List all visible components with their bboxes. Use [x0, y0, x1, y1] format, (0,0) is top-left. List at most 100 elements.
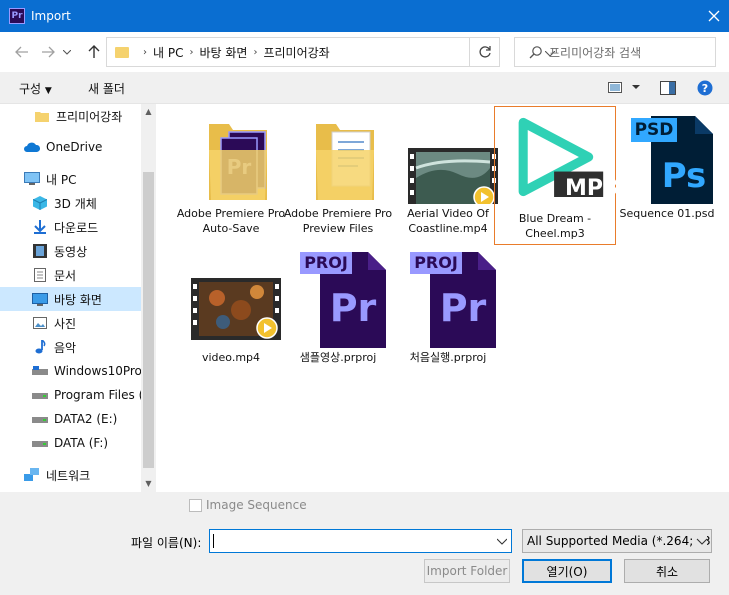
cloud-icon — [24, 140, 40, 154]
scroll-up-icon[interactable]: ▲ — [141, 104, 156, 119]
drive-icon — [32, 388, 48, 402]
breadcrumb-item[interactable]: 프리미어강좌 — [263, 44, 329, 61]
prproj-file-icon: PROJ Pr — [398, 252, 498, 348]
cube-icon — [32, 196, 48, 210]
sidebar-item-this-pc[interactable]: 내 PC — [0, 167, 141, 191]
sidebar-item-drive-c[interactable]: Windows10Pro — [0, 359, 141, 383]
file-item[interactable]: PROJ Pr 샘플영상.prproj — [277, 252, 399, 365]
sidebar-item-label: 사진 — [54, 316, 77, 331]
sidebar-item-onedrive[interactable]: OneDrive — [0, 135, 141, 159]
search-icon — [529, 46, 542, 59]
folder-icon — [34, 109, 50, 123]
sidebar-item-drive-d[interactable]: Program Files (D — [0, 383, 141, 407]
scroll-thumb[interactable] — [143, 172, 154, 468]
sidebar-item-label: 3D 개체 — [54, 196, 97, 211]
command-bar: 구성 ▼ 새 폴더 ? — [0, 72, 729, 104]
svg-text:?: ? — [702, 82, 708, 95]
navigation-pane: 프리미어강좌 OneDrive 내 PC 3D 개체 다운로드 동영상 문서 바… — [0, 104, 156, 492]
view-options-button[interactable] — [608, 82, 640, 93]
sidebar-item-downloads[interactable]: 다운로드 — [0, 215, 141, 239]
file-item[interactable]: Adobe Premiere Pro Preview Files — [277, 108, 399, 236]
sidebar-item-videos[interactable]: 동영상 — [0, 239, 141, 263]
checkbox-box[interactable] — [189, 498, 202, 512]
file-type-value: All Supported Media (*.264;*.3 — [527, 534, 711, 548]
proj-badge: PROJ — [414, 253, 458, 272]
proj-badge: PROJ — [304, 253, 348, 272]
computer-icon — [24, 172, 40, 186]
document-icon — [32, 268, 48, 282]
sidebar-item-label: 내 PC — [46, 172, 77, 187]
file-type-select[interactable]: All Supported Media (*.264;*.3 — [522, 529, 712, 553]
recent-dropdown[interactable] — [60, 42, 74, 62]
sidebar-item-label: DATA2 (E:) — [54, 412, 118, 426]
file-item[interactable]: PSD Ps Sequence 01.psd — [608, 108, 726, 221]
sidebar-item-label: 네트워크 — [46, 468, 91, 483]
ps-letters: Ps — [661, 156, 707, 196]
refresh-icon — [478, 46, 491, 58]
file-list: Pr Adobe Premiere Pro Auto-Save Adobe Pr… — [156, 104, 729, 492]
sidebar-item-label: Program Files (D — [54, 388, 141, 402]
sidebar-item-documents[interactable]: 문서 — [0, 263, 141, 287]
folder-with-documents-icon — [288, 108, 388, 204]
sidebar-item-label: 동영상 — [54, 244, 88, 259]
sidebar-item-label: 음악 — [54, 340, 77, 355]
forward-arrow-icon — [42, 46, 55, 58]
cancel-button[interactable]: 취소 — [624, 559, 710, 583]
scroll-down-icon[interactable]: ▼ — [141, 476, 156, 491]
forward-button[interactable] — [38, 42, 58, 62]
drive-icon — [32, 436, 48, 450]
chevron-right-icon: › — [253, 46, 258, 58]
file-item[interactable]: Aerial Video Of Coastline.mp4 — [387, 108, 509, 236]
close-button[interactable] — [699, 0, 729, 32]
refresh-button[interactable] — [469, 38, 499, 66]
film-icon — [32, 244, 48, 258]
view-icon — [608, 82, 622, 93]
sidebar-item-drive-e[interactable]: DATA2 (E:) — [0, 407, 141, 431]
sidebar-item-pictures[interactable]: 사진 — [0, 311, 141, 335]
sidebar-item-music[interactable]: 음악 — [0, 335, 141, 359]
text-caret — [213, 534, 214, 548]
image-sequence-label: Image Sequence — [206, 498, 307, 512]
sidebar-item-drive-f[interactable]: DATA (F:) — [0, 431, 141, 455]
file-item[interactable]: Pr Adobe Premiere Pro Auto-Save — [170, 108, 292, 236]
sidebar-item-3d-objects[interactable]: 3D 개체 — [0, 191, 141, 215]
sidebar-item-label: 문서 — [54, 268, 77, 283]
organize-button[interactable]: 구성 ▼ — [19, 80, 52, 97]
window-title: Import — [31, 9, 71, 23]
open-button[interactable]: 열기(O) — [522, 559, 612, 583]
sidebar-item-premiere-course[interactable]: 프리미어강좌 — [0, 104, 141, 128]
sidebar-item-network[interactable]: 네트워크 — [0, 463, 141, 487]
up-button[interactable] — [84, 42, 104, 62]
file-name: Sequence 01.psd — [619, 207, 715, 220]
premiere-app-icon: Pr — [9, 8, 25, 24]
new-folder-button[interactable]: 새 폴더 — [88, 80, 125, 97]
sidebar-item-label: 바탕 화면 — [54, 292, 102, 307]
up-arrow-icon — [88, 45, 100, 58]
import-folder-button[interactable]: Import Folder — [424, 559, 510, 583]
file-item-selected[interactable]: MP3 Blue Dream - Cheel.mp3 — [494, 106, 618, 245]
chevron-down-icon — [693, 534, 707, 548]
preview-pane-button[interactable] — [660, 81, 676, 98]
picture-icon — [32, 316, 48, 330]
file-name: 샘플영상.prproj — [299, 351, 377, 364]
search-box[interactable]: 프리미어강좌 검색 — [514, 37, 716, 67]
chevron-down-icon — [63, 49, 71, 55]
breadcrumb-item[interactable]: 내 PC — [153, 44, 183, 61]
help-button[interactable]: ? — [697, 80, 713, 99]
address-bar[interactable]: › 내 PC › 바탕 화면 › 프리미어강좌 — [106, 37, 556, 67]
image-sequence-checkbox[interactable]: Image Sequence — [189, 498, 307, 512]
filename-input[interactable] — [209, 529, 512, 553]
sidebar-item-desktop[interactable]: 바탕 화면 — [0, 287, 141, 311]
breadcrumb-item[interactable]: 바탕 화면 — [199, 44, 247, 61]
chevron-right-icon: › — [189, 46, 194, 58]
navigation-row: › 내 PC › 바탕 화면 › 프리미어강좌 프리미어강좌 검색 — [0, 32, 729, 72]
file-item[interactable]: PROJ Pr 처음실행.prproj — [387, 252, 509, 365]
premiere-folder-icon: Pr — [181, 108, 281, 204]
drive-icon — [32, 364, 48, 378]
sidebar-scrollbar[interactable]: ▲ ▼ — [141, 104, 156, 492]
back-button[interactable] — [12, 42, 32, 62]
pr-letters: Pr — [329, 286, 377, 330]
psd-badge: PSD — [634, 120, 674, 140]
pr-letters: Pr — [439, 286, 487, 330]
file-item[interactable]: video.mp4 — [170, 252, 292, 365]
